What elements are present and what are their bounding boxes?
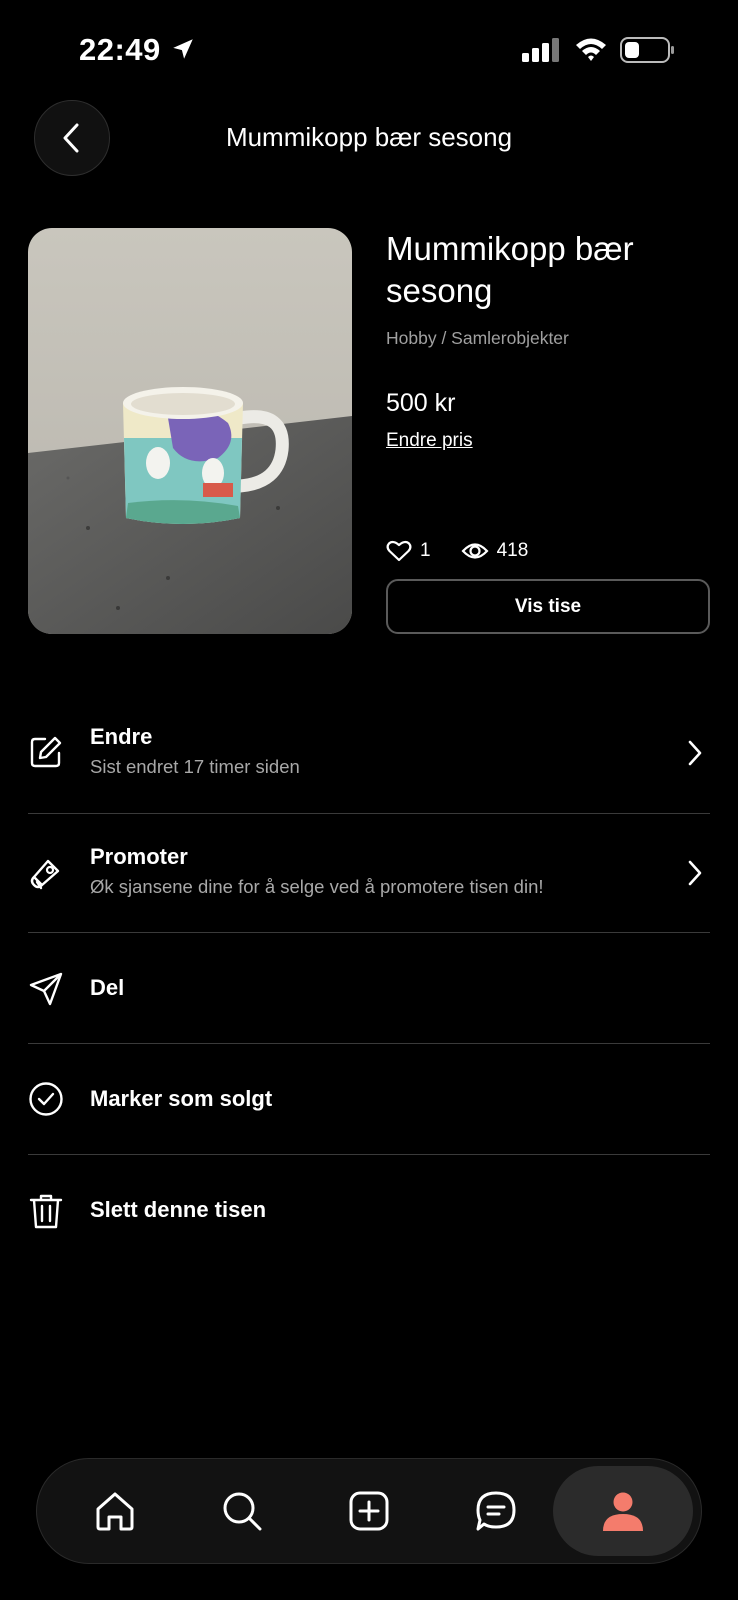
send-icon	[29, 972, 63, 1006]
menu-item-promote[interactable]: Promoter Øk sjansene dine for å selge ve…	[28, 814, 710, 933]
menu-item-share[interactable]: Del	[28, 933, 710, 1044]
megaphone-icon	[30, 859, 60, 890]
page-title: Mummikopp bær sesong	[225, 122, 513, 152]
product-stats: 1 418	[386, 536, 528, 566]
likes-stat: 1	[386, 539, 431, 563]
battery-icon	[620, 37, 674, 63]
status-bar: 22:49	[0, 0, 738, 100]
product-info: Mummikopp bær sesong Hobby / Samlerobjek…	[386, 228, 710, 452]
check-circle-icon	[29, 1082, 63, 1116]
menu-item-delete[interactable]: Slett denne tisen	[28, 1155, 710, 1265]
trash-icon	[29, 1194, 63, 1229]
menu-edit-subtitle: Sist endret 17 timer siden	[90, 756, 300, 777]
eye-icon	[461, 543, 489, 559]
tab-search[interactable]	[182, 1459, 302, 1563]
product-image[interactable]	[28, 228, 352, 634]
location-arrow-icon	[173, 39, 193, 59]
status-time: 22:49	[79, 32, 161, 67]
mug-photo	[28, 228, 352, 634]
chevron-right-icon	[688, 740, 702, 766]
menu-promote-subtitle: Øk sjansene dine for å selge ved å promo…	[90, 876, 544, 897]
view-listing-button[interactable]: Vis tise	[386, 579, 710, 634]
messages-icon	[476, 1491, 516, 1531]
add-icon	[349, 1491, 389, 1531]
tab-messages[interactable]	[436, 1459, 556, 1563]
product-category: Hobby / Samlerobjekter	[386, 328, 569, 348]
views-count: 418	[496, 540, 529, 561]
chevron-right-icon	[688, 860, 702, 886]
tab-profile[interactable]	[563, 1459, 683, 1563]
search-icon	[223, 1492, 262, 1531]
profile-icon	[603, 1492, 643, 1531]
menu-promote-title: Promoter	[90, 844, 188, 869]
cellular-signal-icon	[522, 38, 559, 62]
action-menu: Endre Sist endret 17 timer siden Promote…	[28, 694, 710, 1265]
edit-price-link[interactable]: Endre pris	[386, 430, 473, 452]
menu-share-title: Del	[90, 975, 125, 1000]
views-stat: 418	[461, 540, 529, 562]
menu-item-mark-sold[interactable]: Marker som solgt	[28, 1044, 710, 1155]
product-title: Mummikopp bær sesong	[386, 230, 634, 309]
edit-icon	[30, 736, 62, 768]
product-price: 500 kr	[386, 389, 456, 417]
wifi-icon	[576, 38, 606, 61]
menu-mark-sold-title: Marker som solgt	[90, 1086, 273, 1111]
menu-item-edit[interactable]: Endre Sist endret 17 timer siden	[28, 694, 710, 814]
menu-edit-title: Endre	[90, 724, 153, 749]
tab-add[interactable]	[309, 1459, 429, 1563]
heart-icon	[386, 540, 412, 562]
likes-count: 1	[420, 540, 431, 561]
bottom-tab-bar	[36, 1458, 702, 1564]
header: Mummikopp bær sesong	[0, 100, 738, 180]
menu-delete-title: Slett denne tisen	[90, 1197, 267, 1222]
tab-home[interactable]	[55, 1459, 175, 1563]
home-icon	[96, 1492, 134, 1531]
